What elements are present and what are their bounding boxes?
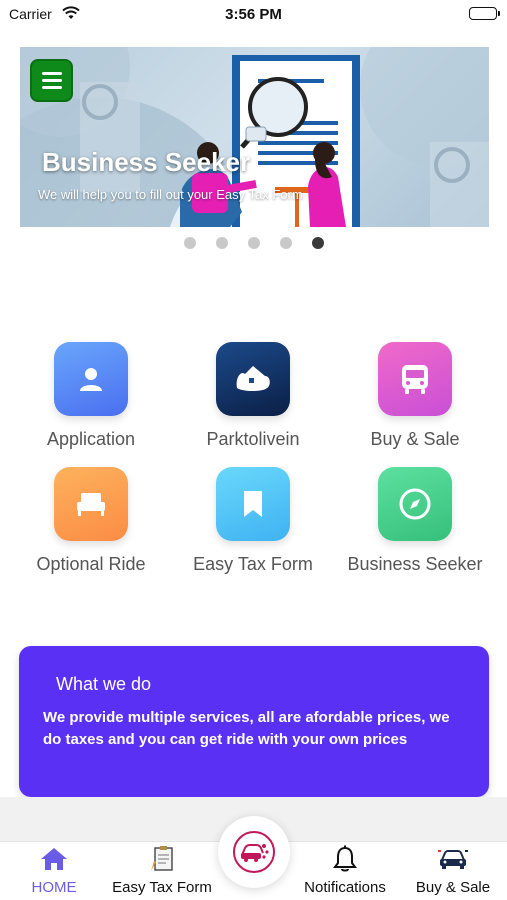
banner-title: Business Seeker <box>42 147 251 177</box>
bed-icon <box>77 493 105 516</box>
tab-label: Easy Tax Form <box>112 879 212 896</box>
card-title: What we do <box>56 674 152 694</box>
hamburger-icon <box>41 72 62 75</box>
house-icon <box>236 366 270 391</box>
tab-label: Buy & Sale <box>415 879 491 896</box>
tab-easy-tax-form[interactable]: Easy Tax Form <box>108 842 216 900</box>
battery-icon <box>469 7 500 20</box>
service-label: Buy & Sale <box>370 429 460 449</box>
tab-label: Notifications <box>304 879 386 896</box>
carousel-dot[interactable] <box>279 237 292 249</box>
status-bar: Carrier 3:56 PM <box>0 0 507 28</box>
application-tile[interactable] <box>54 342 128 416</box>
bookmark-icon <box>244 491 262 517</box>
banner-subtitle: We will help you to fill out your Easy T… <box>38 187 303 202</box>
service-business-seeker[interactable]: Business Seeker <box>334 467 496 575</box>
service-application[interactable]: Application <box>10 342 172 450</box>
center-action-button[interactable] <box>218 816 290 888</box>
service-easy-tax-form[interactable]: Easy Tax Form <box>172 467 334 575</box>
clipboard-icon <box>148 844 176 874</box>
tab-home[interactable]: HOME <box>18 842 90 900</box>
service-parktolivein[interactable]: Parktolivein <box>172 342 334 450</box>
bell-icon <box>333 844 357 874</box>
buy-sale-tile[interactable] <box>378 342 452 416</box>
tab-label: HOME <box>31 879 77 896</box>
tab-notifications[interactable]: Notifications <box>298 842 392 900</box>
easy-tax-form-tile[interactable] <box>216 467 290 541</box>
service-label: Business Seeker <box>347 554 483 574</box>
service-buy-sale[interactable]: Buy & Sale <box>334 342 496 450</box>
carousel-dot-active[interactable] <box>311 237 324 249</box>
person-icon <box>80 368 102 391</box>
service-label: Optional Ride <box>36 554 146 574</box>
tab-buy-sale[interactable]: Buy & Sale <box>410 842 496 900</box>
compass-icon <box>399 488 431 520</box>
home-icon <box>39 844 69 874</box>
card-body: We provide multiple services, all are af… <box>43 709 450 748</box>
carousel-dot[interactable] <box>247 237 260 249</box>
carousel-pagination <box>0 237 507 249</box>
optional-ride-tile[interactable] <box>54 467 128 541</box>
car-icon <box>437 844 469 874</box>
what-we-do-card: What we do We provide multiple services,… <box>19 646 489 797</box>
bus-icon <box>402 365 428 394</box>
share-car-icon <box>233 831 275 873</box>
business-seeker-tile[interactable] <box>378 467 452 541</box>
service-label: Easy Tax Form <box>193 554 313 574</box>
carousel-dot[interactable] <box>183 237 196 249</box>
service-optional-ride[interactable]: Optional Ride <box>10 467 172 575</box>
clock: 3:56 PM <box>225 6 282 23</box>
banner-carousel[interactable]: Business Seeker We will help you to fill… <box>20 47 489 227</box>
service-label: Application <box>46 429 136 449</box>
carousel-dot[interactable] <box>215 237 228 249</box>
menu-button[interactable] <box>30 59 73 102</box>
parktolivein-tile[interactable] <box>216 342 290 416</box>
service-label: Parktolivein <box>206 429 300 449</box>
